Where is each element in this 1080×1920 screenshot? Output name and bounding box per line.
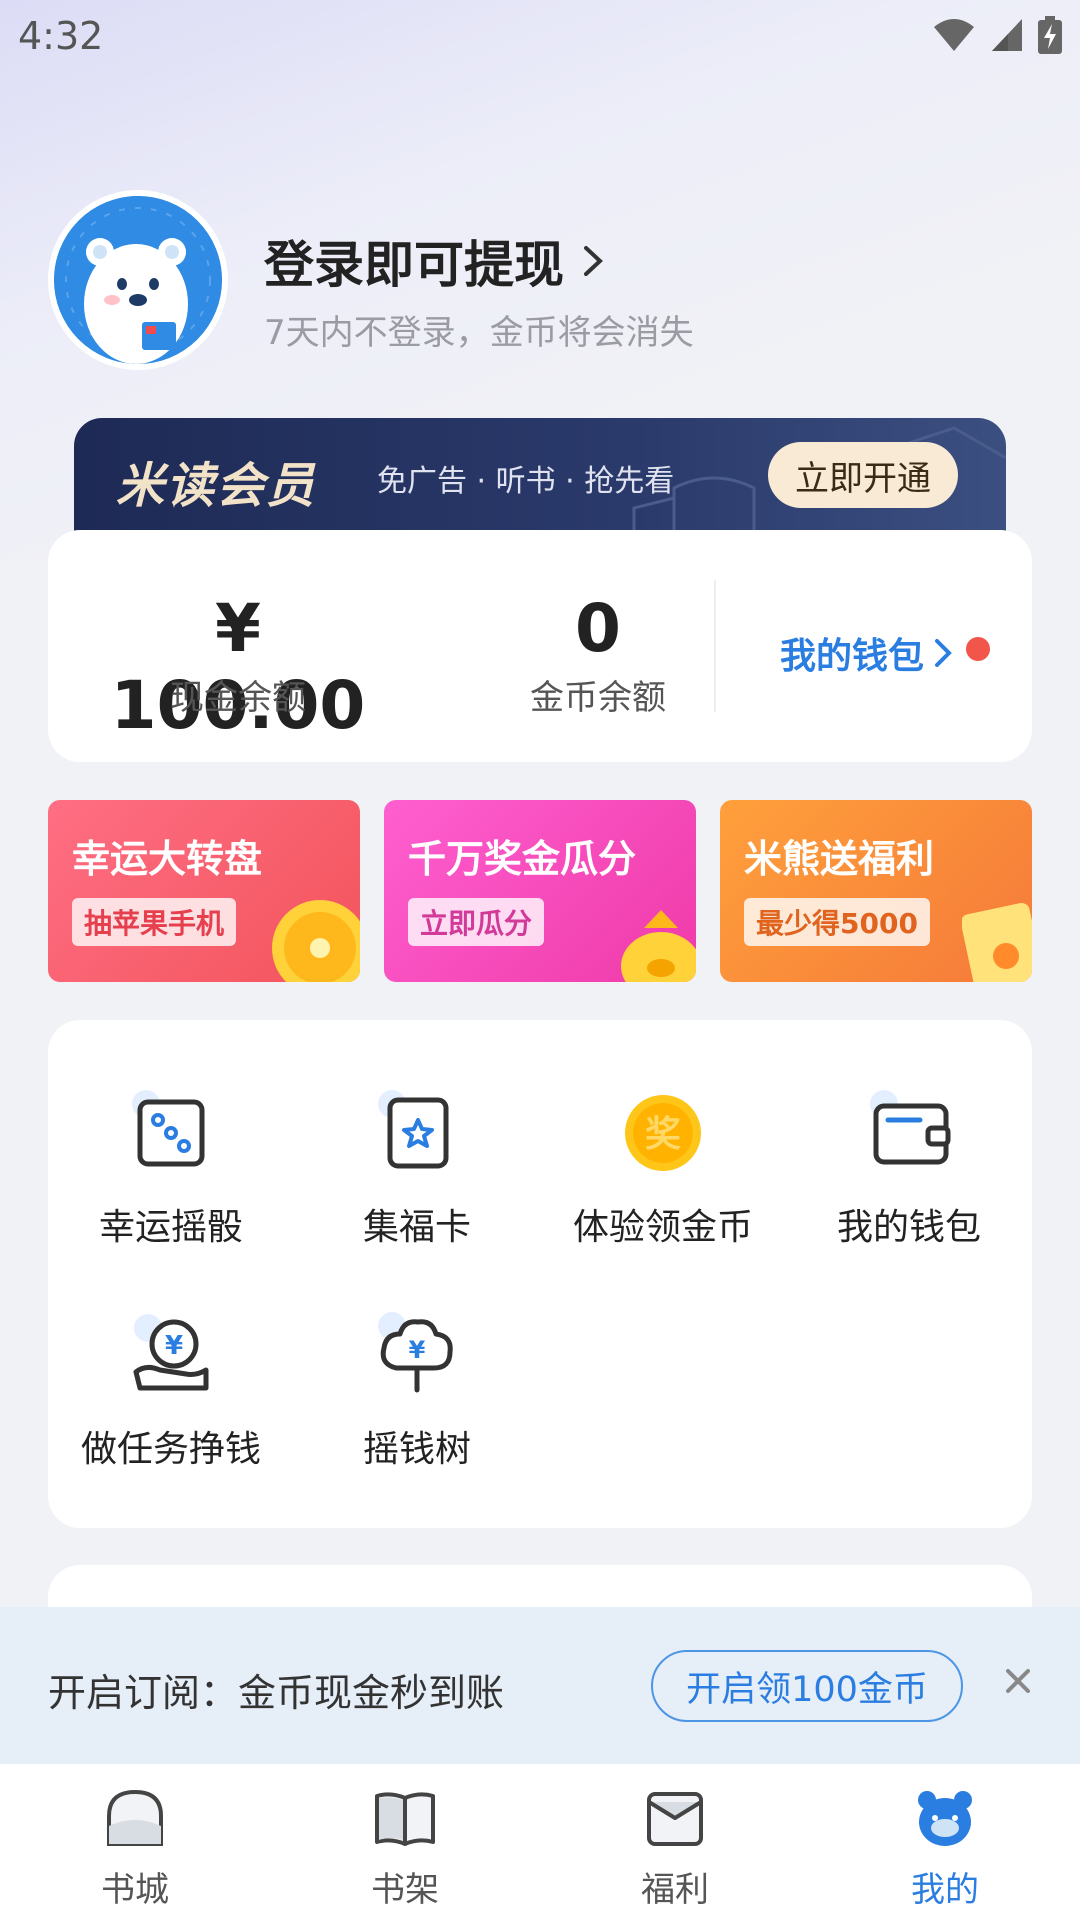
status-time: 4:32: [18, 14, 104, 58]
nav-bookshelf[interactable]: 书架: [270, 1764, 540, 1920]
balance-card: ¥ 100.00 现金余额 0 金币余额 我的钱包: [48, 530, 1032, 762]
vip-banner[interactable]: 米读会员 免广告 · 听书 · 抢先看 立即开通: [74, 418, 1006, 542]
feature-tasks-earn[interactable]: ¥ 做任务挣钱: [48, 1274, 294, 1474]
promo-bonus-split[interactable]: 千万奖金瓜分 立即瓜分: [384, 800, 696, 982]
feature-label: 集福卡: [362, 1207, 471, 1248]
nav-label: 书架: [371, 1870, 439, 1910]
svg-text:¥: ¥: [409, 1336, 426, 1364]
red-envelope-icon: [962, 902, 1032, 982]
fortune-card-icon: [372, 1088, 462, 1178]
coin-reward-icon: 奖: [618, 1088, 708, 1178]
bottom-nav: 书城 书架 福利 我的: [0, 1764, 1080, 1920]
feature-label: 摇钱树: [362, 1429, 471, 1470]
chevron-right-icon: [935, 639, 952, 667]
svg-text:奖: 奖: [645, 1114, 681, 1155]
nav-label: 书城: [101, 1870, 169, 1910]
vip-title: 米读会员: [116, 458, 317, 514]
task-money-icon: ¥: [126, 1310, 216, 1400]
wifi-icon: [934, 19, 974, 51]
my-wallet-link[interactable]: 我的钱包: [780, 627, 952, 679]
my-wallet-label: 我的钱包: [780, 636, 925, 677]
promo-lucky-wheel[interactable]: 幸运大转盘 抽苹果手机: [48, 800, 360, 982]
nav-label: 我的: [911, 1870, 979, 1910]
feature-label: 幸运摇骰: [98, 1207, 243, 1248]
features-card: 幸运摇骰 集福卡 奖 体验领金币 我的钱包 ¥ 做任务挣钱 ¥ 摇钱树: [48, 1020, 1032, 1528]
feature-label: 做任务挣钱: [80, 1429, 261, 1470]
balance-divider: [714, 580, 716, 712]
promo-title: 米熊送福利: [744, 837, 935, 881]
promo-tag: 抽苹果手机: [72, 898, 237, 946]
promo-tag: 最少得5000: [744, 898, 930, 946]
nav-welfare[interactable]: 福利: [540, 1764, 810, 1920]
login-prompt[interactable]: 登录即可提现: [264, 225, 604, 297]
feature-fortune-card[interactable]: 集福卡: [294, 1052, 540, 1252]
money-tree-icon: ¥: [372, 1310, 462, 1400]
feature-money-tree[interactable]: ¥ 摇钱树: [294, 1274, 540, 1474]
promo-bear-welfare[interactable]: 米熊送福利 最少得5000: [720, 800, 1032, 982]
chevron-right-icon: [584, 246, 603, 276]
coin-balance-amount[interactable]: 0: [448, 590, 748, 667]
subscription-text: 开启订阅：金币现金秒到账: [48, 1671, 505, 1715]
cash-balance-label: 现金余额: [170, 678, 306, 718]
svg-text:¥: ¥: [165, 1331, 183, 1361]
feature-trial-coins[interactable]: 奖 体验领金币: [540, 1052, 786, 1252]
coin-balance-label: 金币余额: [530, 678, 666, 718]
avatar[interactable]: [48, 190, 228, 370]
nav-label: 福利: [641, 1870, 709, 1910]
nav-profile[interactable]: 我的: [810, 1764, 1080, 1920]
battery-charging-icon: [1038, 16, 1062, 54]
promo-tag: 立即瓜分: [408, 898, 545, 946]
subscription-enable-button[interactable]: 开启领100金币: [651, 1650, 963, 1722]
nav-bookstore[interactable]: 书城: [0, 1764, 270, 1920]
promo-title: 幸运大转盘: [72, 837, 263, 881]
notification-dot: [966, 637, 990, 661]
money-bag-icon: [621, 910, 696, 982]
vip-subtitle: 免广告 · 听书 · 抢先看: [377, 464, 675, 499]
bear-avatar-icon: [54, 196, 222, 364]
subscription-bar: 开启订阅：金币现金秒到账 开启领100金币: [0, 1607, 1080, 1764]
status-icons: [932, 16, 1062, 54]
bookstore-icon: [107, 1789, 163, 1846]
login-title: 登录即可提现: [264, 236, 564, 294]
vip-activate-button[interactable]: 立即开通: [768, 442, 958, 508]
lucky-wheel-icon: [272, 900, 360, 982]
profile-bear-icon: [918, 1791, 972, 1846]
login-subtitle: 7天内不登录，金币将会消失: [264, 313, 694, 353]
status-bar: 4:32: [0, 0, 1080, 75]
close-icon[interactable]: [998, 1661, 1038, 1701]
feature-my-wallet[interactable]: 我的钱包: [786, 1052, 1032, 1252]
dice-icon: [126, 1088, 216, 1178]
feature-label: 体验领金币: [572, 1207, 753, 1248]
welfare-icon: [647, 1792, 703, 1846]
feature-label: 我的钱包: [836, 1207, 981, 1248]
cash-balance-amount[interactable]: ¥ 100.00: [88, 590, 388, 744]
bookshelf-icon: [375, 1792, 435, 1846]
feature-lucky-dice[interactable]: 幸运摇骰: [48, 1052, 294, 1252]
promo-title: 千万奖金瓜分: [408, 837, 637, 881]
wallet-icon: [864, 1088, 954, 1178]
cellular-signal-icon: [992, 19, 1022, 51]
